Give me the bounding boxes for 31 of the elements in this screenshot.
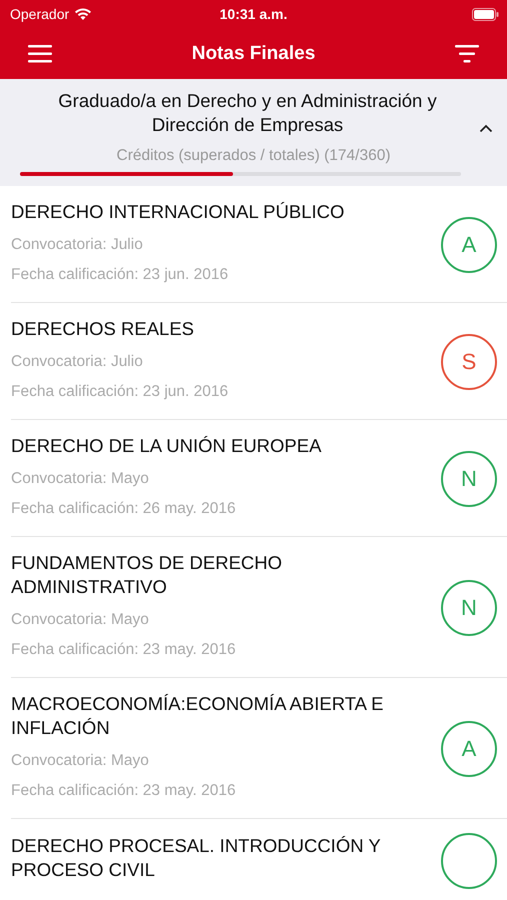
grade-badge: A (441, 721, 497, 777)
grade-badge: N (441, 580, 497, 636)
subject-name: FUNDAMENTOS DE DERECHO ADMINISTRATIVO (11, 551, 284, 599)
subject-name: MACROECONOMÍA:ECONOMÍA ABIERTA E INFLACIÓN (11, 692, 384, 740)
status-time: 10:31 a.m. (220, 6, 288, 22)
grade-date: Fecha calificación: 23 jun. 2016 (11, 265, 230, 285)
battery-icon (472, 8, 499, 20)
carrier-name: Operador (10, 6, 70, 22)
subject-name: DERECHO INTERNACIONAL PÚBLICO (11, 200, 346, 224)
screen-title: Notas Finales (192, 42, 316, 64)
grade-badge: N (441, 451, 497, 507)
grade-date: Fecha calificación: 23 may. 2016 (11, 640, 237, 660)
subject-name: DERECHOS REALES (11, 317, 195, 341)
session-label: Convocatoria: Mayo (11, 751, 150, 771)
credits-label: Créditos (superados / totales) (174/360) (116, 147, 390, 165)
session-label: Convocatoria: Mayo (11, 469, 150, 489)
grade-badge: A (441, 217, 497, 273)
degree-title: Graduado/a en Derecho y en Administración y Dirección de Empresas (57, 89, 438, 137)
grade-date: Fecha calificación: 26 may. 2016 (11, 499, 237, 519)
subject-name: DERECHO DE LA UNIÓN EUROPEA (11, 434, 322, 458)
session-label: Convocatoria: Mayo (11, 610, 150, 630)
collapse-chevron-icon[interactable] (479, 124, 493, 133)
session-label: Convocatoria: Julio (11, 352, 144, 372)
grade-date: Fecha calificación: 23 may. 2016 (11, 781, 237, 801)
grade-date: Fecha calificación: 23 jun. 2016 (11, 382, 230, 402)
filter-icon[interactable] (454, 44, 479, 62)
session-label: Convocatoria: Julio (11, 235, 144, 255)
menu-icon[interactable] (28, 44, 52, 62)
wifi-icon (74, 8, 92, 20)
subject-name: DERECHO PROCESAL. INTRODUCCIÓN Y PROCESO CIVIL (11, 834, 382, 882)
grade-badge: S (441, 334, 497, 390)
